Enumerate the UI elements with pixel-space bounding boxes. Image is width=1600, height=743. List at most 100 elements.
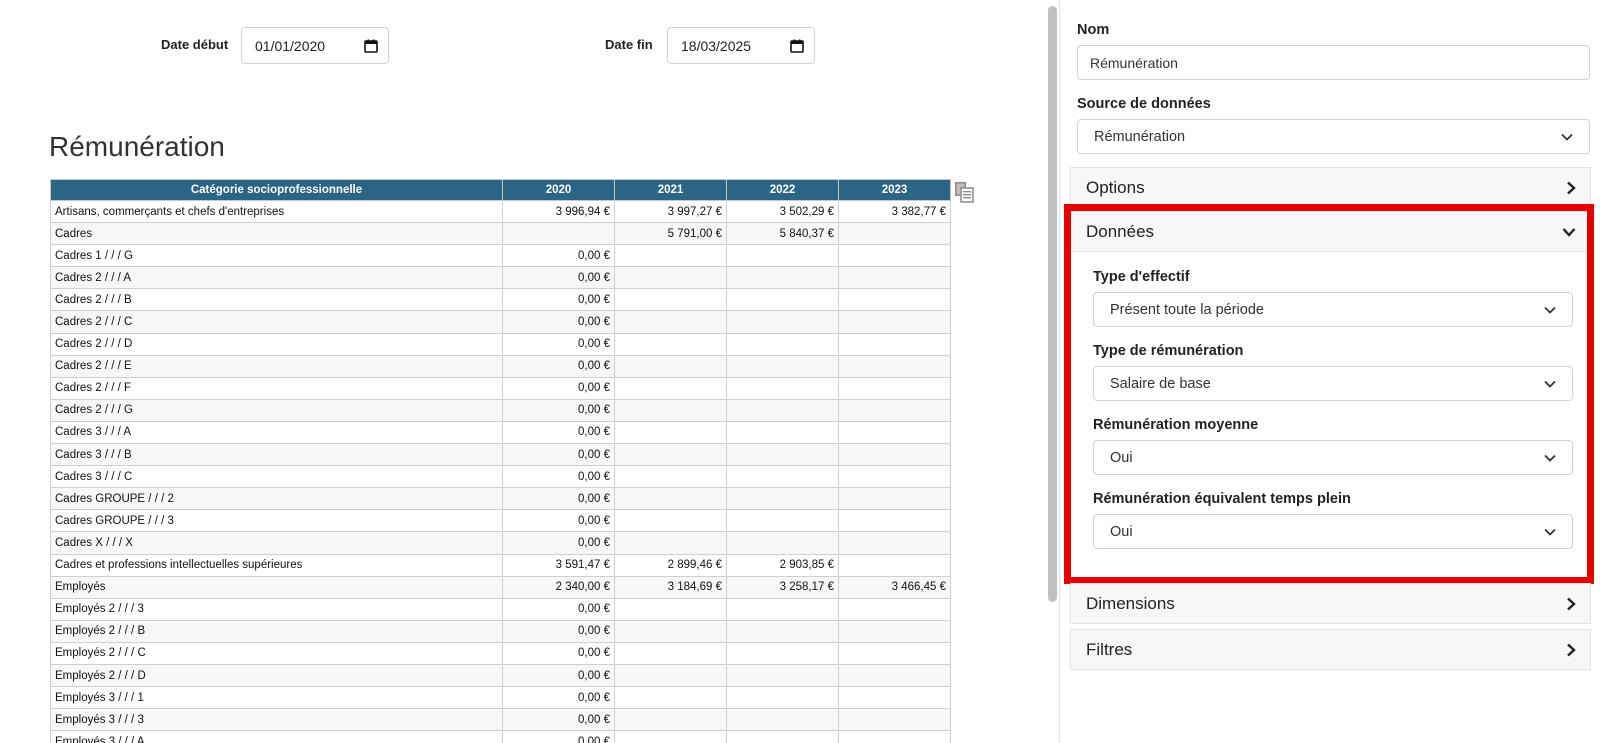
value-cell: 2 903,85 €: [726, 553, 839, 577]
table-row: Cadres X / / / X 0,00 €: [50, 531, 951, 555]
value-cell: [614, 619, 727, 643]
table-row: Cadres 3 / / / C 0,00 €: [50, 465, 951, 489]
category-cell: Employés 3 / / / 1: [50, 686, 503, 710]
value-cell: 0,00 €: [502, 487, 615, 511]
category-cell: Cadres 3 / / / C: [50, 465, 503, 489]
value-cell: 0,00 €: [502, 509, 615, 533]
calendar-icon[interactable]: [354, 28, 388, 63]
name-input[interactable]: Rémunération: [1077, 45, 1590, 80]
value-cell: [838, 531, 951, 555]
category-cell: Cadres 3 / / / B: [50, 443, 503, 467]
value-cell: [614, 420, 727, 445]
value-cell: [838, 244, 951, 268]
category-cell: Employés: [50, 575, 503, 599]
end-date-input[interactable]: 18/03/2025: [667, 27, 815, 64]
value-cell: [614, 332, 727, 356]
value-cell: [614, 266, 727, 290]
value-cell: [614, 708, 727, 732]
column-header: 2023: [838, 179, 951, 201]
value-cell: [726, 619, 839, 643]
section-filtres[interactable]: Filtres: [1070, 629, 1591, 670]
category-cell: Employés 2 / / / 3: [50, 597, 503, 621]
category-cell: Cadres 2 / / / B: [50, 288, 503, 312]
table-row: Cadres GROUPE / / / 2 0,00 €: [50, 487, 951, 511]
table-row: Cadres 3 / / / B 0,00 €: [50, 443, 951, 467]
value-cell: 3 502,29 €: [726, 199, 839, 224]
value-cell: 5 840,37 €: [726, 222, 839, 246]
value-cell: 0,00 €: [502, 244, 615, 268]
end-date-label: Date fin: [605, 37, 653, 52]
table-row: Cadres 2 / / / E 0,00 €: [50, 354, 951, 378]
value-cell: [614, 487, 727, 511]
category-cell: Employés 3 / / / A: [50, 730, 503, 743]
table-header-row: Catégorie socioprofessionnelle 2020 2021…: [50, 179, 951, 201]
report-area: Date début 01/01/2020 Date fin 18/03/202…: [0, 0, 1030, 743]
value-cell: [838, 222, 951, 246]
table-row: Cadres 5 791,00 €5 840,37 €: [50, 222, 951, 246]
left-scrollbar[interactable]: [1048, 6, 1057, 602]
value-cell: [838, 619, 951, 643]
source-select[interactable]: Rémunération: [1077, 119, 1590, 154]
value-cell: [838, 398, 951, 422]
table-row: Cadres GROUPE / / / 3 0,00 €: [50, 509, 951, 533]
section-dimensions-label: Dimensions: [1086, 593, 1175, 613]
start-date-label: Date début: [161, 37, 229, 52]
value-cell: [838, 310, 951, 334]
value-cell: [614, 376, 727, 400]
value-cell: [614, 641, 727, 665]
value-cell: 0,00 €: [502, 288, 615, 312]
value-cell: [614, 310, 727, 334]
value-cell: [614, 354, 727, 378]
value-cell: [726, 465, 839, 489]
value-cell: [726, 663, 839, 688]
category-cell: Cadres 3 / / / A: [50, 420, 503, 445]
value-cell: [838, 465, 951, 489]
category-cell: Cadres 2 / / / D: [50, 332, 503, 356]
value-cell: [838, 420, 951, 445]
value-cell: [838, 354, 951, 378]
copy-icon[interactable]: [953, 181, 975, 203]
table-row: Cadres 2 / / / G 0,00 €: [50, 398, 951, 422]
value-cell: 0,00 €: [502, 663, 615, 688]
value-cell: 0,00 €: [502, 531, 615, 555]
report-title: Rémunération: [49, 131, 225, 162]
category-cell: Cadres 2 / / / E: [50, 354, 503, 378]
value-cell: [726, 244, 839, 268]
value-cell: [726, 641, 839, 665]
chevron-right-icon: [1566, 643, 1576, 657]
category-cell: Cadres: [50, 222, 503, 246]
table-row: Cadres 1 / / / G 0,00 €: [50, 244, 951, 268]
category-cell: Cadres 2 / / / A: [50, 266, 503, 290]
calendar-icon[interactable]: [780, 28, 814, 63]
table-row: Cadres 2 / / / B 0,00 €: [50, 288, 951, 312]
value-cell: [614, 509, 727, 533]
category-cell: Cadres et professions intellectuelles su…: [50, 553, 503, 577]
value-cell: 0,00 €: [502, 332, 615, 356]
table-row: Employés 2 / / / C 0,00 €: [50, 641, 951, 665]
value-cell: 0,00 €: [502, 597, 615, 621]
column-header: 2021: [614, 179, 727, 201]
start-date-input[interactable]: 01/01/2020: [241, 27, 389, 64]
value-cell: 0,00 €: [502, 266, 615, 290]
value-cell: [614, 686, 727, 710]
value-cell: 0,00 €: [502, 398, 615, 422]
section-options[interactable]: Options: [1070, 167, 1591, 208]
value-cell: [614, 531, 727, 555]
category-cell: Cadres 2 / / / G: [50, 398, 503, 422]
table-row: Employés 3 / / / 3 0,00 €: [50, 708, 951, 732]
value-cell: [726, 376, 839, 400]
value-cell: [838, 597, 951, 621]
column-header: 2020: [502, 179, 615, 201]
value-cell: [726, 420, 839, 445]
section-dimensions[interactable]: Dimensions: [1070, 583, 1591, 624]
table-row: Employés 2 / / / B 0,00 €: [50, 619, 951, 643]
value-cell: [614, 663, 727, 688]
value-cell: 5 791,00 €: [614, 222, 727, 246]
table-row: Cadres 2 / / / A 0,00 €: [50, 266, 951, 290]
value-cell: [614, 244, 727, 268]
value-cell: 0,00 €: [502, 443, 615, 467]
value-cell: 0,00 €: [502, 619, 615, 643]
category-cell: Cadres GROUPE / / / 2: [50, 487, 503, 511]
category-cell: Cadres 1 / / / G: [50, 244, 503, 268]
value-cell: [838, 686, 951, 710]
